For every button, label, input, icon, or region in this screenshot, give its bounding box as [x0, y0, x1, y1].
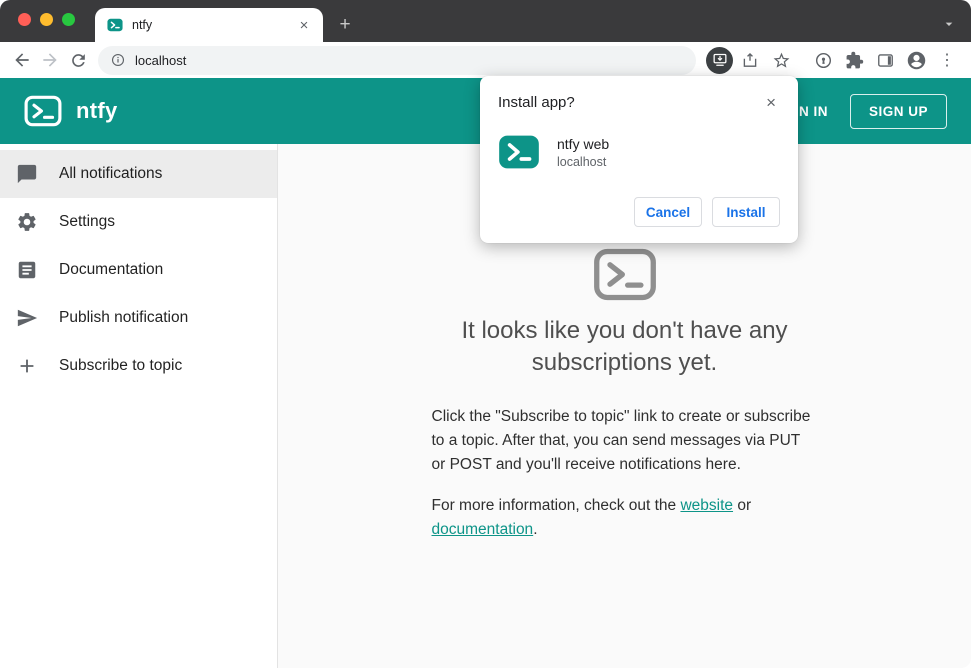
website-link[interactable]: website [680, 497, 733, 514]
gear-icon [16, 211, 38, 233]
empty-state-title: It looks like you don't have any subscri… [461, 317, 788, 376]
sign-up-button[interactable]: SIGN UP [849, 93, 947, 129]
sidebar-item-label: Publish notification [59, 309, 189, 326]
sidebar-item-settings[interactable]: Settings [0, 198, 277, 246]
dialog-close-icon[interactable]: × [762, 92, 780, 113]
send-icon [16, 307, 38, 329]
tab-title: ntfy [132, 18, 153, 32]
install-app-icon[interactable] [706, 46, 733, 74]
ntfy-app-icon [498, 131, 540, 173]
bookmark-star-icon[interactable] [767, 46, 795, 74]
password-manager-extension-icon[interactable] [809, 46, 837, 74]
ntfy-terminal-icon [593, 248, 657, 301]
minimize-window-button[interactable] [40, 13, 53, 26]
extensions-puzzle-icon[interactable] [840, 46, 868, 74]
back-button[interactable] [8, 46, 36, 74]
chat-icon [16, 163, 38, 185]
dialog-title: Install app? [498, 94, 575, 111]
sidebar: All notifications Settings Documentation… [0, 144, 278, 668]
sidebar-item-all-notifications[interactable]: All notifications [0, 150, 277, 198]
brand: ntfy [24, 95, 118, 127]
empty-state-paragraph: Click the "Subscribe to topic" link to c… [431, 407, 811, 473]
sidebar-item-label: Documentation [59, 261, 164, 278]
dialog-app-origin: localhost [557, 154, 607, 169]
zoom-window-button[interactable] [62, 13, 75, 26]
browser-window: ntfy × + localhost ⋮ ntfy SIGN IN SIGN U… [0, 0, 971, 668]
ntfy-logo-icon [24, 95, 62, 127]
url-text: localhost [135, 52, 187, 68]
forward-button[interactable] [36, 46, 64, 74]
site-info-icon[interactable] [110, 52, 126, 68]
sidebar-item-label: Settings [59, 213, 116, 230]
ntfy-favicon-icon [107, 17, 123, 33]
browser-toolbar: localhost ⋮ [0, 42, 971, 78]
browser-tab[interactable]: ntfy × [95, 8, 323, 42]
profile-avatar-icon[interactable] [902, 46, 930, 74]
dialog-app-name: ntfy web [557, 135, 610, 152]
install-app-dialog: Install app? × ntfy web localhost Cancel… [480, 76, 798, 243]
paragraph-text: For more information, check out the [431, 496, 681, 514]
address-bar[interactable]: localhost [98, 45, 696, 75]
sidebar-item-label: Subscribe to topic [59, 357, 183, 374]
titlebar: ntfy × + [0, 0, 971, 42]
paragraph-text: . [533, 520, 538, 538]
article-icon [16, 259, 38, 281]
new-tab-button[interactable]: + [331, 11, 359, 39]
reload-button[interactable] [64, 46, 92, 74]
install-button[interactable]: Install [712, 197, 780, 227]
share-icon[interactable] [736, 46, 764, 74]
tab-search-chevron-icon[interactable] [941, 16, 957, 32]
browser-menu-icon[interactable]: ⋮ [933, 46, 961, 74]
sidebar-item-label: All notifications [59, 165, 163, 182]
empty-state-links-paragraph: For more information, check out the webs… [432, 494, 818, 542]
sidebar-item-publish-notification[interactable]: Publish notification [0, 294, 277, 342]
sidebar-item-subscribe-to-topic[interactable]: Subscribe to topic [0, 342, 277, 390]
side-panel-icon[interactable] [871, 46, 899, 74]
close-window-button[interactable] [18, 13, 31, 26]
traffic-lights [18, 13, 75, 26]
sidebar-item-documentation[interactable]: Documentation [0, 246, 277, 294]
documentation-link[interactable]: documentation [432, 521, 534, 538]
cancel-button[interactable]: Cancel [634, 197, 702, 227]
brand-name: ntfy [76, 98, 118, 123]
plus-icon [16, 355, 38, 377]
paragraph-text: or [733, 496, 752, 514]
tab-close-icon[interactable]: × [295, 16, 313, 34]
